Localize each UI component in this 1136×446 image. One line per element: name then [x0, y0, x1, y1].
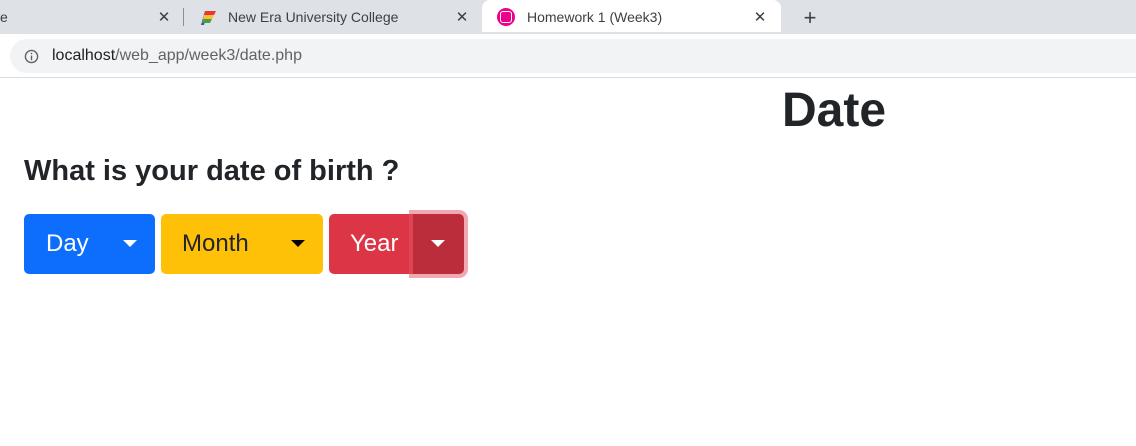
url-path: /web_app/week3/date.php — [115, 47, 302, 64]
tab-new-era-university[interactable]: New Era University College ✕ — [184, 0, 480, 34]
caret-down-icon — [291, 240, 305, 247]
url-host: localhost — [52, 47, 116, 64]
rainbow-flag-icon — [201, 11, 216, 25]
day-label: Day — [46, 230, 89, 257]
close-icon[interactable]: ✕ — [752, 9, 768, 26]
month-label: Month — [182, 230, 249, 257]
new-tab-button[interactable]: + — [798, 5, 822, 30]
month-dropdown[interactable]: Month — [161, 214, 323, 274]
year-button[interactable]: Year — [329, 214, 413, 274]
close-icon[interactable]: ✕ — [156, 9, 172, 26]
close-icon[interactable]: ✕ — [454, 9, 470, 26]
day-dropdown[interactable]: Day — [24, 214, 155, 274]
tab-title: e — [0, 9, 8, 25]
wamp-icon — [497, 8, 515, 26]
browser-toolbar: localhost/web_app/week3/date.php — [0, 34, 1136, 78]
tab-title: New Era University College — [228, 9, 399, 25]
tab-homework-active[interactable]: Homework 1 (Week3) ✕ — [482, 0, 781, 32]
year-label: Year — [350, 230, 399, 257]
tab-strip: e ✕ New Era University College ✕ Homewor… — [0, 0, 1136, 34]
url-text[interactable]: localhost/web_app/week3/date.php — [52, 47, 302, 65]
tab-previous[interactable]: e ✕ — [0, 0, 183, 34]
tab-title: Homework 1 (Week3) — [527, 9, 663, 25]
info-icon[interactable] — [24, 49, 39, 64]
caret-down-icon — [123, 240, 137, 247]
dob-question: What is your date of birth ? — [24, 155, 400, 187]
caret-down-icon — [431, 240, 445, 247]
year-dropdown-toggle[interactable] — [413, 214, 464, 274]
page-title: Date — [782, 84, 887, 137]
address-bar[interactable]: localhost/web_app/week3/date.php — [10, 39, 1136, 73]
